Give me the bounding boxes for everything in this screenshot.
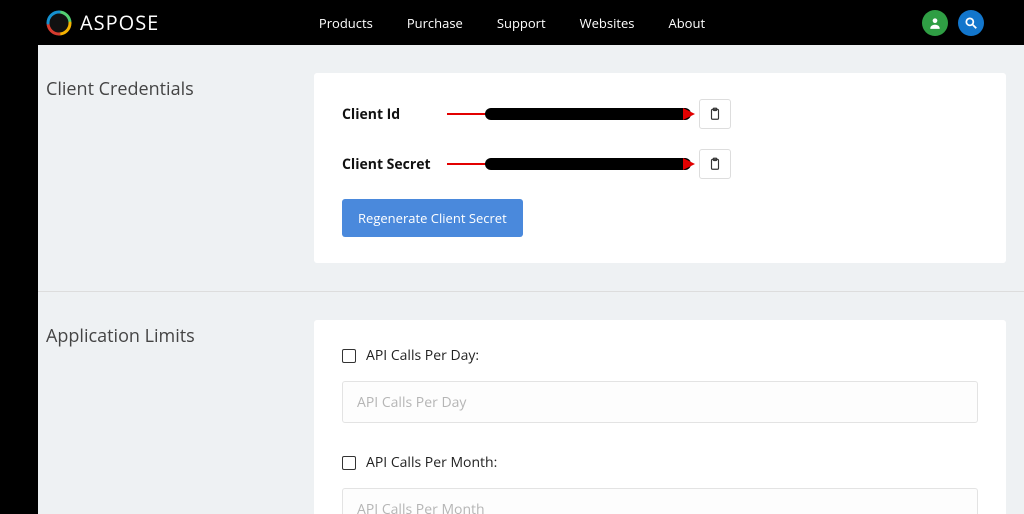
client-id-label: Client Id	[342, 105, 447, 124]
api-calls-per-day-label: API Calls Per Day:	[366, 346, 479, 365]
nav-websites[interactable]: Websites	[580, 14, 635, 32]
api-calls-per-day-input[interactable]	[342, 381, 978, 423]
clipboard-icon	[708, 106, 722, 122]
client-id-value-redacted	[447, 107, 693, 121]
section-client-credentials: Client Credentials Client Id Client Secr…	[38, 45, 1024, 291]
api-calls-per-month-input[interactable]	[342, 488, 978, 514]
nav-links: Products Purchase Support Websites About	[319, 14, 705, 32]
clipboard-icon	[708, 156, 722, 172]
application-limits-title: Application Limits	[46, 324, 314, 348]
regenerate-client-secret-button[interactable]: Regenerate Client Secret	[342, 199, 523, 237]
brand-text: ASPOSE	[80, 9, 159, 36]
copy-client-secret-button[interactable]	[699, 149, 731, 179]
copy-client-id-button[interactable]	[699, 99, 731, 129]
user-button[interactable]	[922, 10, 948, 36]
api-calls-per-month-label: API Calls Per Month:	[366, 453, 497, 472]
api-calls-per-month-checkbox[interactable]	[342, 456, 356, 470]
brand[interactable]: ASPOSE	[46, 9, 159, 36]
search-button[interactable]	[958, 10, 984, 36]
client-secret-row: Client Secret	[342, 149, 978, 179]
topbar: ASPOSE Products Purchase Support Website…	[0, 0, 1024, 45]
logo-swirl-icon	[46, 10, 72, 36]
nav-support[interactable]: Support	[497, 14, 546, 32]
section-application-limits: Application Limits API Calls Per Day: AP…	[38, 291, 1024, 514]
nav-products[interactable]: Products	[319, 14, 373, 32]
nav-purchase[interactable]: Purchase	[407, 14, 463, 32]
search-icon	[964, 16, 978, 30]
client-credentials-title: Client Credentials	[46, 77, 314, 101]
user-icon	[928, 16, 942, 30]
client-secret-label: Client Secret	[342, 155, 447, 174]
nav-about[interactable]: About	[669, 14, 706, 32]
api-calls-per-day-checkbox[interactable]	[342, 349, 356, 363]
client-secret-value-redacted	[447, 157, 693, 171]
client-id-row: Client Id	[342, 99, 978, 129]
